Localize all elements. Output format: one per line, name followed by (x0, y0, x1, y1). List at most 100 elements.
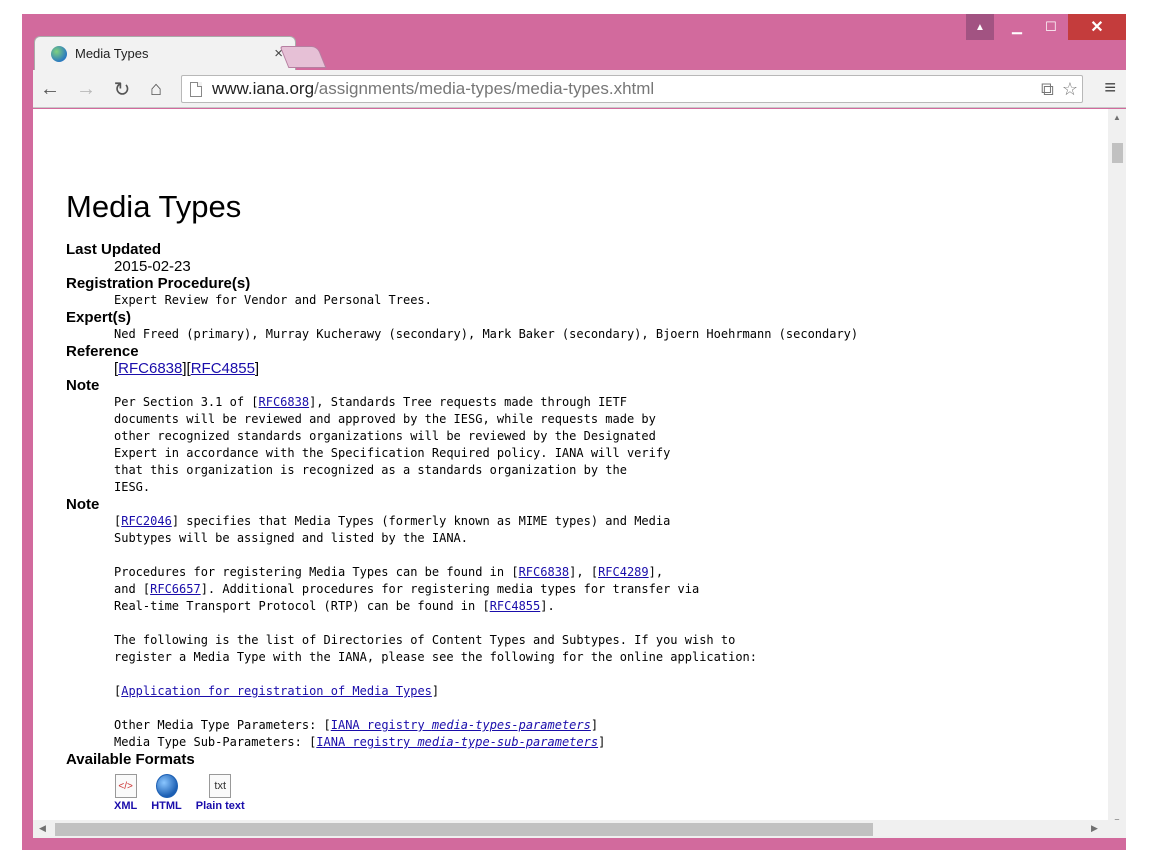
page-icon (190, 81, 202, 97)
note1-line: Per Section 3.1 of [RFC6838], Standards … (114, 394, 858, 411)
text-file-icon[interactable]: txt (209, 774, 232, 798)
note-label: Note (66, 496, 100, 513)
iana-favicon-icon (51, 45, 67, 62)
link-text: IANA registry (330, 718, 432, 732)
tab-title: Media Types (75, 46, 149, 61)
translate-icon[interactable]: ⧉ (1041, 79, 1054, 100)
note2-line: [RFC2046] specifies that Media Types (fo… (114, 514, 671, 528)
application-registration-link[interactable]: Application for registration of Media Ty… (121, 684, 432, 698)
horizontal-scroll-thumb[interactable] (55, 823, 873, 836)
back-icon[interactable]: ← (37, 77, 63, 101)
url-host: www.iana.org (212, 79, 315, 98)
close-window-icon[interactable]: ✕ (1068, 14, 1126, 40)
experts-value: Ned Freed (primary), Murray Kucherawy (s… (114, 327, 859, 341)
vertical-scroll-thumb[interactable] (1112, 143, 1123, 163)
note1-text: ], Standards Tree requests made through … (309, 395, 627, 409)
note2-text: Other Media Type Parameters: [ (114, 718, 331, 732)
experts-label: Expert(s) (66, 309, 132, 326)
url-path: /assignments/media-types/media-types.xht… (314, 79, 655, 98)
scroll-left-icon[interactable]: ◀ (39, 823, 46, 834)
note2-line: and [RFC6657]. Additional procedures for… (114, 581, 858, 598)
forward-icon[interactable]: → (73, 77, 99, 101)
reference-value: [RFC6838][RFC4855] (114, 360, 260, 377)
procedure-value: Expert Review for Vendor and Personal Tr… (114, 293, 432, 307)
formats-list: </> XML HTML txt Plain text (114, 774, 858, 812)
window-controls: ▲ ▁ ☐ ✕ (966, 14, 1126, 40)
note2-text: Real-time Transport Protocol (RTP) can b… (114, 599, 490, 613)
menu-icon[interactable]: ≡ (1104, 77, 1116, 100)
user-profile-icon[interactable]: ▲ (966, 14, 994, 40)
note2-line: register a Media Type with the IANA, ple… (114, 650, 757, 664)
format-label[interactable]: XML (114, 800, 137, 812)
note2-line: Media Type Sub-Parameters: [IANA registr… (114, 735, 606, 749)
media-types-parameters-link[interactable]: IANA registry media-types-parameters (331, 718, 591, 732)
rfc6838-link[interactable]: RFC6838 (519, 565, 570, 579)
xml-file-icon[interactable]: </> (114, 774, 137, 798)
note2-line: The following is the list of Directories… (114, 633, 736, 647)
note-2: [RFC2046] specifies that Media Types (fo… (114, 513, 858, 751)
link-text-italic: media-types-parameters (431, 718, 591, 732)
omnibox-actions: ⧉ ☆ (1041, 79, 1078, 100)
note1-rfc6838-link[interactable]: RFC6838 (259, 395, 310, 409)
scroll-up-icon[interactable]: ▲ (1113, 113, 1121, 122)
horizontal-scrollbar[interactable]: ◀ ▶ (33, 820, 1126, 838)
rfc2046-link[interactable]: RFC2046 (121, 514, 172, 528)
note1-line: that this organization is recognized as … (114, 463, 627, 477)
note-label: Note (66, 377, 100, 394)
ref-rfc4855-link[interactable]: RFC4855 (191, 360, 255, 377)
last-updated-label: Last Updated (66, 241, 162, 258)
maximize-icon[interactable]: ☐ (1034, 14, 1068, 40)
note2-text: ], (648, 565, 664, 579)
note2-text: and [ (114, 582, 151, 596)
vertical-scrollbar[interactable]: ▲ ▼ (1108, 109, 1126, 832)
note2-line: Subtypes will be assigned and listed by … (114, 531, 469, 545)
format-plain-text[interactable]: txt Plain text (196, 774, 245, 812)
link-text-italic: media-type-sub-parameters (417, 735, 599, 749)
browser-tab-active[interactable]: Media Types × (34, 36, 296, 70)
note2-text: ] specifies that Media Types (formerly k… (171, 514, 671, 528)
note2-text: ], [ (569, 565, 599, 579)
scroll-right-icon[interactable]: ▶ (1091, 823, 1098, 834)
page-title: Media Types (66, 189, 242, 224)
star-icon[interactable]: ☆ (1062, 79, 1078, 100)
ref-rfc6838-link[interactable]: RFC6838 (118, 360, 182, 377)
minimize-icon[interactable]: ▁ (1000, 14, 1034, 40)
rfc4855-link[interactable]: RFC4855 (490, 599, 541, 613)
note2-line: [Application for registration of Media T… (114, 684, 440, 698)
browser-toolbar: ← → ↻ ⌂ www.iana.org/assignments/media-t… (33, 70, 1126, 108)
link-text: IANA registry (316, 735, 418, 749)
rfc6657-link[interactable]: RFC6657 (150, 582, 201, 596)
rfc4289-link[interactable]: RFC4289 (598, 565, 649, 579)
note-1: Per Section 3.1 of [RFC6838], Standards … (114, 394, 858, 496)
format-label[interactable]: HTML (151, 800, 182, 812)
procedure-label: Registration Procedure(s) (66, 275, 251, 292)
media-type-sub-parameters-link[interactable]: IANA registry media-type-sub-parameters (316, 735, 598, 749)
note2-text: ]. Additional procedures for registering… (200, 582, 700, 596)
address-bar[interactable]: www.iana.org/assignments/media-types/med… (181, 75, 1083, 103)
note1-text: Per Section 3.1 of [ (114, 395, 259, 409)
new-tab-button[interactable] (279, 46, 327, 68)
home-icon[interactable]: ⌂ (143, 77, 169, 101)
format-label[interactable]: Plain text (196, 800, 245, 812)
note1-line: documents will be reviewed and approved … (114, 412, 656, 426)
registry-details: Last Updated 2015-02-23 Registration Pro… (66, 241, 858, 768)
available-formats-label: Available Formats (66, 751, 195, 768)
note2-line: Real-time Transport Protocol (RTP) can b… (114, 598, 858, 615)
note2-line: Procedures for registering Media Types c… (114, 564, 858, 581)
note1-line: other recognized standards organizations… (114, 429, 656, 443)
note1-line: Expert in accordance with the Specificat… (114, 446, 671, 460)
last-updated-value: 2015-02-23 (114, 258, 191, 275)
format-html[interactable]: HTML (151, 774, 182, 812)
page-viewport: Media Types Last Updated 2015-02-23 Regi… (33, 109, 1108, 832)
note2-text: Media Type Sub-Parameters: [ (114, 735, 317, 749)
reload-icon[interactable]: ↻ (109, 77, 135, 101)
note2-text: ]. (540, 599, 555, 613)
browser-window-frame: ▲ ▁ ☐ ✕ Media Types × ← → ↻ ⌂ www.iana.o… (22, 14, 1126, 850)
html-globe-icon[interactable] (155, 774, 178, 798)
url-text[interactable]: www.iana.org/assignments/media-types/med… (212, 79, 654, 99)
note2-line: Other Media Type Parameters: [IANA regis… (114, 718, 599, 732)
format-xml[interactable]: </> XML (114, 774, 137, 812)
